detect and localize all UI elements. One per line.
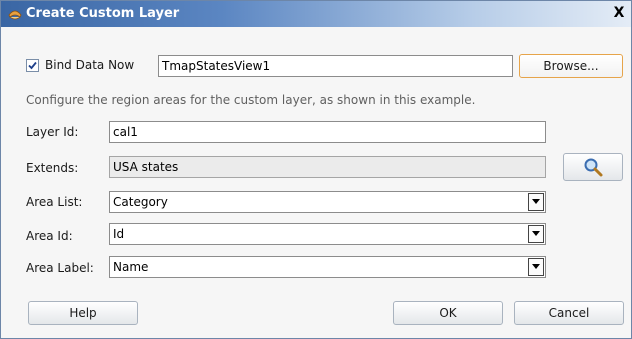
layer-id-label: Layer Id:	[26, 125, 79, 139]
magnifier-icon	[584, 158, 603, 177]
area-list-select[interactable]: Category	[109, 191, 546, 213]
bind-data-label: Bind Data Now	[45, 58, 135, 72]
area-id-select[interactable]: Id	[109, 223, 546, 245]
help-button[interactable]: Help	[28, 301, 138, 325]
area-label-value: Name	[113, 260, 149, 274]
create-custom-layer-dialog: Create Custom Layer X Bind Data Now Tmap…	[0, 0, 632, 339]
area-label-select[interactable]: Name	[109, 256, 546, 278]
checkmark-icon	[28, 61, 37, 70]
close-button[interactable]: X	[611, 5, 627, 21]
browse-button[interactable]: Browse...	[519, 54, 623, 78]
ok-button[interactable]: OK	[393, 301, 503, 325]
layer-id-input[interactable]: cal1	[109, 121, 546, 143]
dialog-app-icon	[6, 5, 24, 23]
chevron-down-icon[interactable]	[528, 258, 544, 276]
chevron-down-icon[interactable]	[528, 193, 544, 211]
area-label-label: Area Label:	[26, 261, 94, 275]
area-id-value: Id	[113, 227, 125, 241]
cancel-button[interactable]: Cancel	[514, 301, 624, 325]
area-id-label: Area Id:	[26, 229, 73, 243]
title-bar[interactable]: Create Custom Layer X	[1, 1, 631, 27]
dialog-title: Create Custom Layer	[26, 6, 180, 21]
bind-data-input[interactable]: TmapStatesView1	[158, 55, 513, 77]
area-list-value: Category	[113, 195, 168, 209]
search-button[interactable]	[563, 153, 623, 181]
area-list-label: Area List:	[26, 195, 83, 209]
chevron-down-icon[interactable]	[528, 225, 544, 243]
extends-field: USA states	[109, 156, 546, 178]
bind-data-checkbox[interactable]	[26, 59, 39, 72]
instruction-text: Configure the region areas for the custo…	[26, 93, 476, 107]
extends-label: Extends:	[26, 161, 79, 175]
